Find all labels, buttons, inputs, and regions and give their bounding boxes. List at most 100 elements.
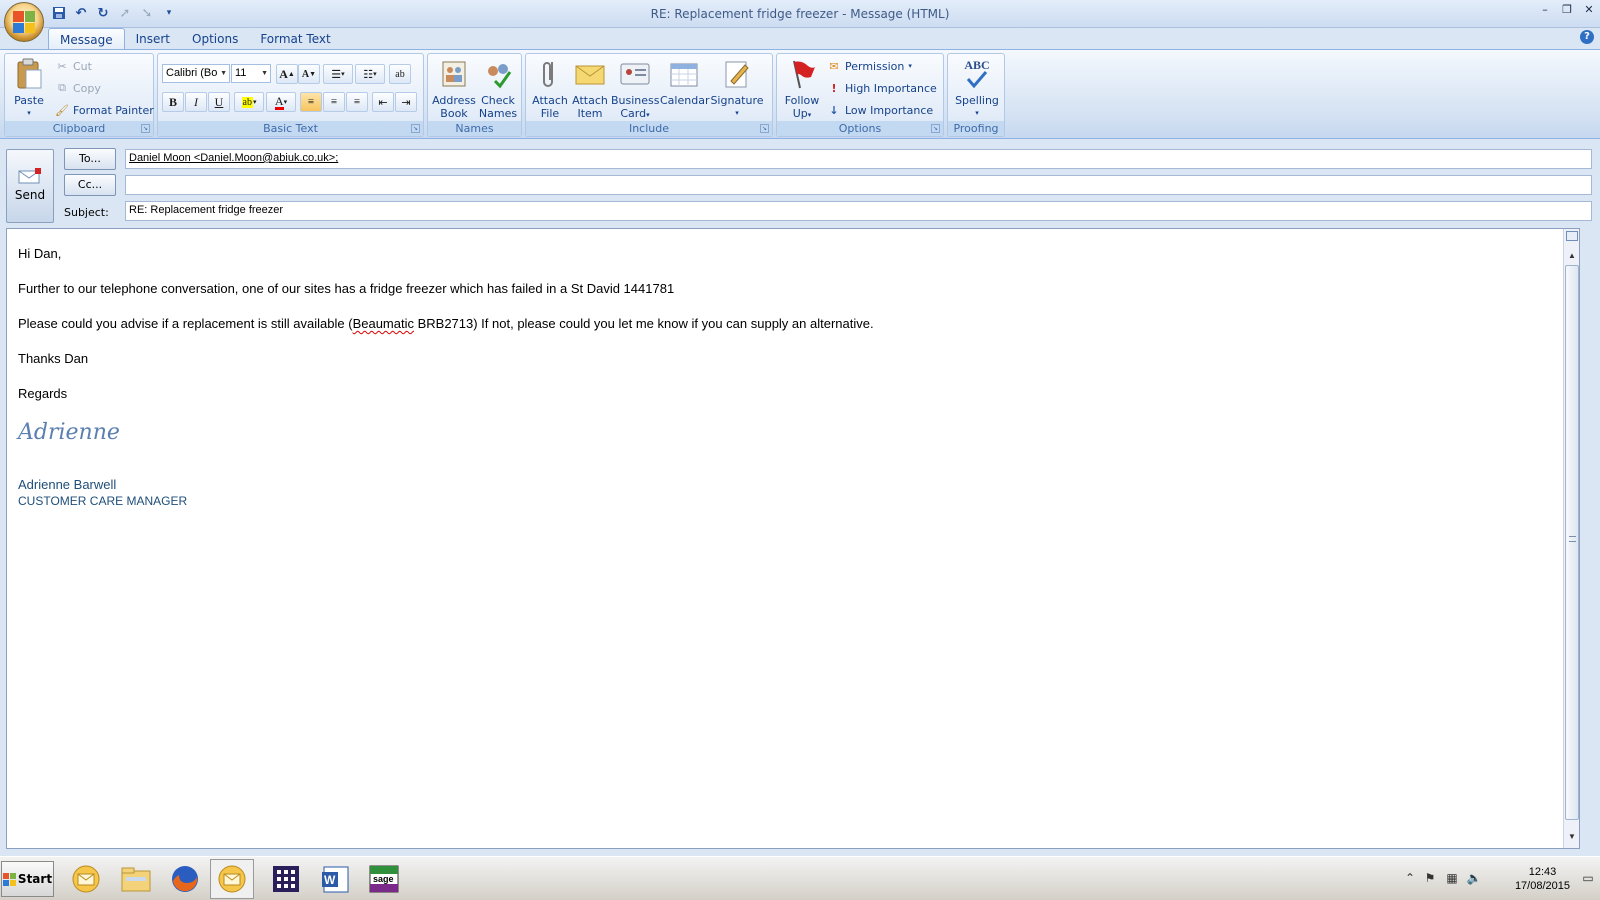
ribbon: Paste ▾ ✂ Cut ⧉ Copy 🖌 Format Painter Cl… (0, 49, 1600, 139)
message-body[interactable]: Hi Dan, Further to our telephone convers… (6, 228, 1580, 849)
copy-label: Copy (73, 81, 101, 95)
show-desktop-icon[interactable]: ▭ (1580, 871, 1596, 887)
follow-up-button[interactable]: Follow Up▾ (781, 58, 823, 122)
network-icon[interactable]: ▦ (1444, 871, 1460, 887)
paste-button[interactable]: Paste ▾ (9, 58, 49, 120)
dialog-launcher-icon[interactable]: ↘ (141, 124, 150, 133)
align-center-button[interactable]: ≡ (323, 92, 345, 112)
attach-item-label-1: Attach (572, 94, 608, 107)
business-card-label-2-text: Card (620, 107, 647, 120)
taskbar: Start W sage ⌃ ⚑ ▦ 🔈 12:43 17/08/2015 ▭ (0, 856, 1600, 900)
copy-icon: ⧉ (58, 81, 66, 94)
calendar-icon (668, 58, 700, 90)
close-icon[interactable]: ✕ (1582, 2, 1596, 16)
help-icon[interactable]: ? (1580, 30, 1594, 44)
tab-format-text[interactable]: Format Text (249, 28, 341, 50)
font-size-combo[interactable]: 11 ▼ (231, 64, 271, 83)
office-button[interactable] (4, 2, 44, 42)
send-envelope-icon (18, 168, 42, 184)
action-center-flag-icon[interactable]: ⚑ (1422, 871, 1438, 887)
tab-options[interactable]: Options (181, 28, 249, 50)
align-right-button[interactable]: ≡ (346, 92, 368, 112)
start-button[interactable]: Start (1, 861, 54, 897)
address-book-label-2: Book (440, 107, 468, 120)
show-hidden-icons-icon[interactable]: ⌃ (1402, 871, 1418, 887)
scroll-thumb[interactable] (1565, 265, 1579, 820)
file-explorer-icon[interactable] (114, 859, 158, 899)
check-names-label-1: Check (481, 94, 515, 107)
highlight-button[interactable]: ab ▾ (234, 92, 264, 112)
down-arrow-icon: ↓ (829, 103, 839, 117)
calendar-button[interactable]: Calendar (660, 58, 710, 107)
cut-button[interactable]: ✂ Cut (55, 56, 92, 76)
permission-envelope-icon: ✉ (829, 59, 839, 73)
body-greeting: Hi Dan, (18, 246, 62, 261)
tab-insert[interactable]: Insert (125, 28, 181, 50)
italic-button[interactable]: I (185, 92, 207, 112)
scroll-down-icon[interactable]: ▼ (1564, 832, 1580, 846)
minimize-icon[interactable]: – (1538, 2, 1552, 16)
sage-icon[interactable]: sage (362, 859, 406, 899)
spelling-button[interactable]: ABC Spelling ▾ (950, 58, 1004, 120)
clear-formatting-button[interactable]: ab (389, 64, 411, 84)
send-button[interactable]: Send (6, 149, 54, 223)
font-name-combo[interactable]: Calibri (Bo ▼ (162, 64, 230, 83)
dialog-launcher-icon[interactable]: ↘ (760, 124, 769, 133)
numbering-button[interactable]: ☷ ▾ (355, 64, 385, 84)
underline-button[interactable]: U (208, 92, 230, 112)
ruler-toggle-icon[interactable] (1566, 231, 1578, 241)
calendar-label: Calendar (660, 94, 710, 107)
format-painter-button[interactable]: 🖌 Format Painter (55, 100, 154, 120)
cc-field[interactable] (125, 175, 1592, 195)
system-tray: ⌃ ⚑ ▦ 🔈 12:43 17/08/2015 ▭ (1390, 857, 1600, 900)
attach-file-button[interactable]: Attach File (530, 58, 570, 120)
bullets-button[interactable]: ☰ ▾ (323, 64, 353, 84)
clipboard-paste-icon (13, 58, 45, 90)
to-button[interactable]: To... (64, 148, 116, 170)
low-importance-button[interactable]: ↓ Low Importance (827, 100, 933, 120)
outlook-icon[interactable] (64, 859, 108, 899)
check-names-button[interactable]: Check Names (477, 58, 519, 120)
copy-button[interactable]: ⧉ Copy (55, 78, 101, 98)
volume-icon[interactable]: 🔈 (1466, 871, 1482, 887)
paintbrush-icon: 🖌 (55, 103, 69, 117)
calendar-grid-icon[interactable] (264, 859, 308, 899)
tab-message[interactable]: Message (48, 28, 125, 50)
dialog-launcher-icon[interactable]: ↘ (411, 124, 420, 133)
restore-icon[interactable]: ❐ (1560, 2, 1574, 16)
font-name-value: Calibri (Bo (166, 67, 218, 79)
body-thanks: Thanks Dan (18, 351, 89, 366)
firefox-icon[interactable] (163, 859, 207, 899)
clipboard-group-label: Clipboard (5, 121, 153, 136)
attach-item-button[interactable]: Attach Item (570, 58, 610, 120)
business-card-button[interactable]: Business Card▾ (611, 58, 660, 122)
address-book-label-1: Address (432, 94, 476, 107)
permission-button[interactable]: ✉ Permission ▾ (827, 56, 911, 76)
shrink-font-button[interactable]: A ▼ (298, 64, 320, 84)
bold-button[interactable]: B (162, 92, 184, 112)
grow-font-button[interactable]: A ▲ (276, 64, 298, 84)
dialog-launcher-icon[interactable]: ↘ (931, 124, 940, 133)
word-icon[interactable]: W (313, 859, 357, 899)
cc-button[interactable]: Cc... (64, 174, 116, 196)
attach-item-label-2: Item (577, 107, 603, 120)
font-color-button[interactable]: A ▾ (266, 92, 296, 112)
svg-text:sage: sage (373, 874, 394, 884)
chevron-down-icon: ▾ (807, 111, 812, 119)
to-field[interactable]: Daniel Moon <Daniel.Moon@abiuk.co.uk>; (125, 149, 1592, 169)
vertical-scrollbar[interactable]: ▲ ▼ (1563, 229, 1579, 848)
svg-text:W: W (324, 873, 336, 887)
subject-field[interactable]: RE: Replacement fridge freezer (125, 201, 1592, 221)
misspelled-word[interactable]: Beaumatic (353, 316, 414, 331)
signature-button[interactable]: Signature ▾ (709, 58, 765, 120)
increase-indent-button[interactable]: ⇥ (395, 92, 417, 112)
align-left-button[interactable]: ≡ (300, 92, 322, 112)
clock[interactable]: 12:43 17/08/2015 (1515, 865, 1570, 893)
decrease-indent-button[interactable]: ⇤ (372, 92, 394, 112)
scroll-up-icon[interactable]: ▲ (1564, 251, 1580, 265)
address-book-button[interactable]: Address Book (432, 58, 476, 120)
outlook-compose-icon[interactable] (210, 859, 254, 899)
high-importance-button[interactable]: ! High Importance (827, 78, 936, 98)
attach-file-label-2: File (540, 107, 560, 120)
exclamation-icon: ! (831, 81, 837, 95)
